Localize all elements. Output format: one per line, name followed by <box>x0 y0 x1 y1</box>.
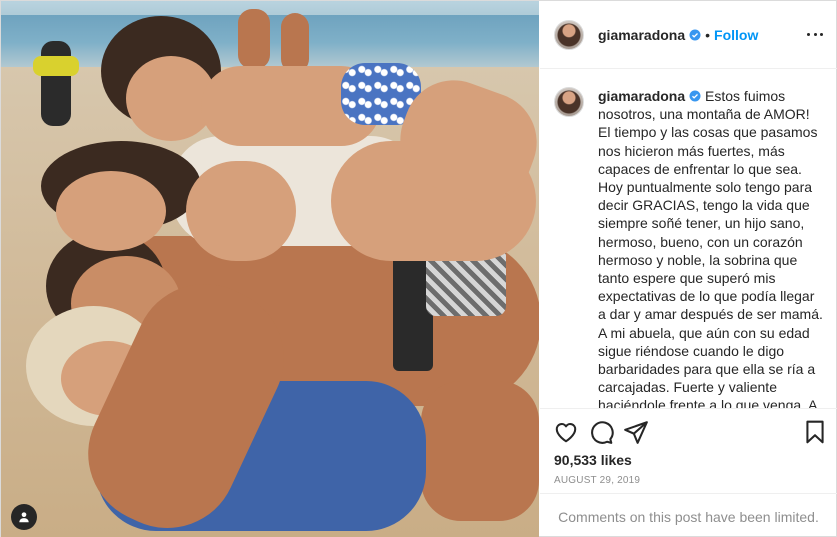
caption-body: Estos fuimos nosotros, una montaña de AM… <box>598 88 823 408</box>
photo-figure <box>41 41 71 126</box>
post-date[interactable]: AUGUST 29, 2019 <box>554 475 640 486</box>
caption-username[interactable]: giamaradona <box>598 88 685 104</box>
author-username[interactable]: giamaradona <box>598 27 685 43</box>
caption-text: giamaradona Estos fuimos nosotros, una m… <box>598 87 823 408</box>
post-photo[interactable] <box>1 1 539 537</box>
instagram-post: giamaradona • Follow giamaradona Estos f… <box>0 0 837 537</box>
comments-limited-notice: Comments on this post have been limited. <box>540 493 837 537</box>
comments-area[interactable]: giamaradona Estos fuimos nosotros, una m… <box>540 69 837 408</box>
caption: giamaradona Estos fuimos nosotros, una m… <box>554 87 823 408</box>
verified-badge-icon <box>689 90 701 102</box>
bookmark-icon[interactable] <box>802 419 828 445</box>
photo-person <box>421 381 539 521</box>
post-header: giamaradona • Follow <box>540 1 837 69</box>
more-options-icon[interactable] <box>807 29 823 39</box>
post-actions: 90,533 likes AUGUST 29, 2019 Comments on… <box>540 408 837 537</box>
photo-sea <box>1 15 539 70</box>
share-icon[interactable] <box>623 419 649 445</box>
photo-figure <box>238 9 270 69</box>
verified-badge-icon <box>689 29 701 40</box>
likes-count[interactable]: 90,533 likes <box>554 452 632 468</box>
author-avatar[interactable] <box>554 19 584 50</box>
photo-person <box>56 171 166 251</box>
photo-person <box>186 161 296 261</box>
photo-figure <box>281 13 309 73</box>
user-tag-icon <box>19 512 29 523</box>
user-tag-button[interactable] <box>11 504 37 530</box>
comment-icon[interactable] <box>588 419 614 445</box>
photo-figure <box>33 56 79 76</box>
post-sidebar: giamaradona • Follow giamaradona Estos f… <box>540 1 837 537</box>
caption-avatar[interactable] <box>554 87 584 117</box>
action-icons <box>540 419 837 449</box>
follow-button[interactable]: Follow <box>714 27 758 43</box>
heart-icon[interactable] <box>553 419 579 445</box>
header-separator: • <box>705 26 711 43</box>
